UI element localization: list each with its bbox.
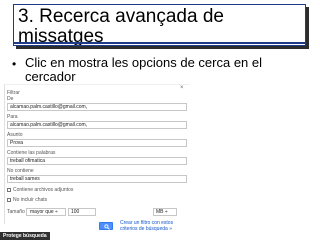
to-label: Para xyxy=(7,114,18,120)
size-unit-value: MB xyxy=(156,209,164,215)
chats-checkbox[interactable] xyxy=(7,197,11,202)
not-has-field[interactable]: treball sames xyxy=(7,175,187,183)
chevron-down-icon: ÷ xyxy=(55,209,58,215)
chats-checkbox-label: No incluir chats xyxy=(13,197,48,203)
size-unit-select[interactable]: MB ÷ xyxy=(153,208,177,216)
size-operator-select[interactable]: mayor que ÷ xyxy=(26,208,66,216)
chevron-down-icon: ÷ xyxy=(164,209,168,215)
title-underline xyxy=(14,42,305,44)
attachment-checkbox[interactable] xyxy=(7,187,11,192)
attachment-checkbox-label: Contiene archivos adjuntos xyxy=(13,187,74,193)
corner-tag: Protege búsqueda xyxy=(0,232,50,240)
from-label: De xyxy=(7,96,14,102)
chats-checkbox-row[interactable]: No incluir chats xyxy=(7,197,47,203)
bullet-text: Clic en mostra les opcions de cerca en e… xyxy=(25,55,263,84)
subject-label: Asunto xyxy=(7,132,23,138)
to-field[interactable]: alcamao.palm.castillo@gmail.com, xyxy=(7,121,187,129)
has-words-label: Contiene las palabras xyxy=(7,150,56,156)
size-label: Tamaño xyxy=(7,209,25,215)
search-button[interactable] xyxy=(99,222,113,230)
attachment-checkbox-row[interactable]: Contiene archivos adjuntos xyxy=(7,187,73,193)
size-operator-value: mayor que xyxy=(30,209,54,215)
subject-field[interactable]: Prova xyxy=(7,139,187,147)
slide-title-box: 3. Recerca avançada de missatges xyxy=(13,4,306,46)
close-icon[interactable]: × xyxy=(180,85,184,91)
slide-title: 3. Recerca avançada de missatges xyxy=(18,6,224,46)
create-filter-link[interactable]: Crear un filtro con estos criterios de b… xyxy=(120,220,190,232)
size-row: Tamaño mayor que ÷ 100 MB ÷ xyxy=(7,208,187,216)
has-words-field[interactable]: treball ofimatica xyxy=(7,157,187,165)
size-value-input[interactable]: 100 xyxy=(68,208,96,216)
from-field[interactable]: alcamao.palm.castillo@gmail.com, xyxy=(7,103,187,111)
search-icon xyxy=(104,224,110,230)
not-has-label: No contiene xyxy=(7,168,34,174)
bullet-dot-icon: • xyxy=(12,57,17,71)
